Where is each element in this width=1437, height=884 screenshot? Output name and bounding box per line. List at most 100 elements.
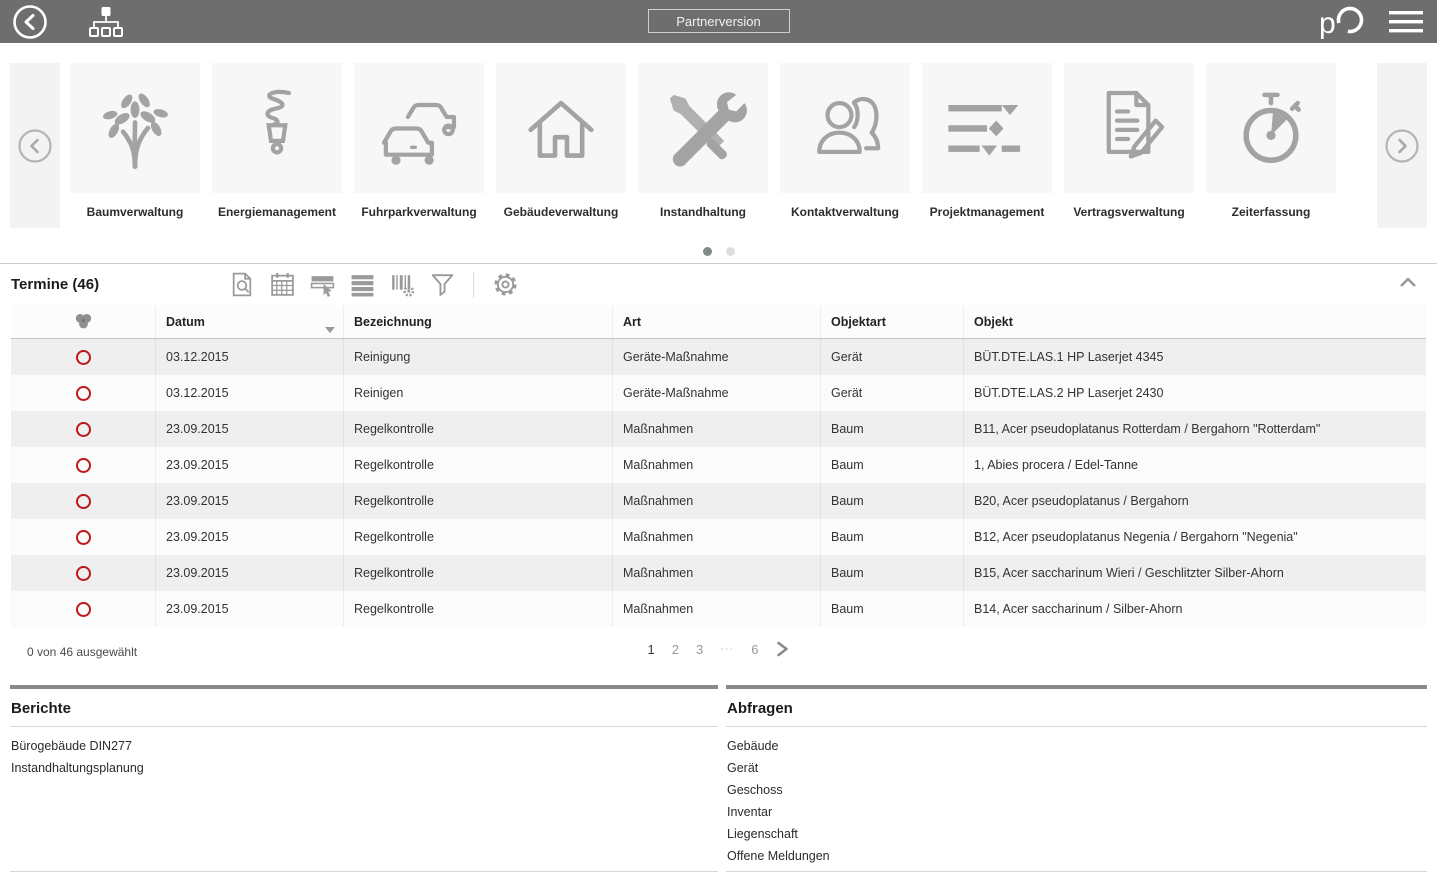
column-header-objektart[interactable]: Objektart [821, 305, 964, 338]
status-circle[interactable] [76, 422, 91, 437]
filter-icon[interactable] [429, 271, 456, 298]
row-select-icon[interactable] [309, 271, 336, 298]
berichte-item-buerogebaeude[interactable]: Bürogebäude DIN277 [10, 735, 718, 757]
termine-table: Datum Bezeichnung Art Objektart Objekt 0… [11, 305, 1426, 627]
table-row[interactable]: 23.09.2015 Regelkontrolle Maßnahmen Baum… [11, 411, 1426, 447]
page-3[interactable]: 3 [696, 642, 703, 657]
cell-art: Maßnahmen [613, 519, 821, 555]
cell-bezeichnung: Regelkontrolle [344, 555, 613, 591]
page-6[interactable]: 6 [751, 642, 758, 657]
table-row[interactable]: 23.09.2015 Regelkontrolle Maßnahmen Baum… [11, 447, 1426, 483]
cell-objektart: Baum [821, 447, 964, 483]
termine-panel: Termine (46) [0, 263, 1437, 685]
table-row[interactable]: 23.09.2015 Regelkontrolle Maßnahmen Baum… [11, 483, 1426, 519]
module-tile-energiemanagement[interactable]: Energiemanagement [212, 63, 342, 219]
abfragen-item-offene-meldungen[interactable]: Offene Meldungen [726, 845, 1427, 867]
hamburger-menu-icon[interactable] [1389, 9, 1423, 35]
chevron-left-circle-icon [12, 4, 48, 40]
table-row[interactable]: 03.12.2015 Reinigung Geräte-Maßnahme Ger… [11, 339, 1426, 375]
module-tile-projektmanagement[interactable]: Projektmanagement [922, 63, 1052, 219]
cell-datum: 23.09.2015 [156, 447, 344, 483]
status-circle[interactable] [76, 458, 91, 473]
cell-art: Maßnahmen [613, 591, 821, 627]
carousel-dot-2[interactable] [726, 247, 735, 256]
cell-objekt: BÜT.DTE.LAS.1 HP Laserjet 4345 [964, 339, 1426, 375]
cell-objektart: Baum [821, 483, 964, 519]
module-label: Gebäudeverwaltung [496, 205, 626, 219]
cell-objekt: B12, Acer pseudoplatanus Negenia / Berga… [964, 519, 1426, 555]
table-row[interactable]: 23.09.2015 Regelkontrolle Maßnahmen Baum… [11, 591, 1426, 627]
cell-datum: 23.09.2015 [156, 519, 344, 555]
module-label: Zeiterfassung [1206, 205, 1336, 219]
back-button[interactable] [12, 4, 48, 40]
berichte-item-instandhaltungsplanung[interactable]: Instandhaltungsplanung [10, 757, 718, 779]
module-tile-fuhrparkverwaltung[interactable]: Fuhrparkverwaltung [354, 63, 484, 219]
calendar-icon[interactable] [269, 271, 296, 298]
column-header-objekt[interactable]: Objekt [964, 305, 1426, 338]
cell-objektart: Baum [821, 411, 964, 447]
status-circle[interactable] [76, 350, 91, 365]
module-tiles: Baumverwaltung Energiemanagement [70, 63, 1336, 219]
carousel-next-button[interactable] [1377, 63, 1427, 228]
toolbar-divider [473, 272, 474, 298]
status-circle[interactable] [76, 386, 91, 401]
cell-art: Maßnahmen [613, 411, 821, 447]
page-ellipsis: ··· [720, 643, 734, 655]
people-icon [780, 63, 910, 193]
collapse-panel-chevron-icon[interactable] [1399, 276, 1417, 288]
partner-version-button[interactable]: Partnerversion [648, 9, 790, 33]
bottom-panels: Berichte Bürogebäude DIN277 Instandhaltu… [10, 685, 1427, 872]
house-icon [496, 63, 626, 193]
module-tile-baumverwaltung[interactable]: Baumverwaltung [70, 63, 200, 219]
abfragen-item-geraet[interactable]: Gerät [726, 757, 1427, 779]
abfragen-item-inventar[interactable]: Inventar [726, 801, 1427, 823]
module-tile-vertragsverwaltung[interactable]: Vertragsverwaltung [1064, 63, 1194, 219]
cell-bezeichnung: Regelkontrolle [344, 411, 613, 447]
table-row[interactable]: 23.09.2015 Regelkontrolle Maßnahmen Baum… [11, 555, 1426, 591]
table-body: 03.12.2015 Reinigung Geräte-Maßnahme Ger… [11, 339, 1426, 627]
status-circle[interactable] [76, 566, 91, 581]
termine-toolbar [229, 270, 520, 299]
cell-bezeichnung: Regelkontrolle [344, 483, 613, 519]
sliders-icon [922, 63, 1052, 193]
abfragen-item-gebaeude[interactable]: Gebäude [726, 735, 1427, 757]
cell-objekt: B11, Acer pseudoplatanus Rotterdam / Ber… [964, 411, 1426, 447]
carousel-prev-button[interactable] [10, 63, 60, 228]
cell-datum: 03.12.2015 [156, 339, 344, 375]
abfragen-item-geschoss[interactable]: Geschoss [726, 779, 1427, 801]
column-header-datum[interactable]: Datum [156, 305, 344, 338]
column-header-bezeichnung[interactable]: Bezeichnung [344, 305, 613, 338]
status-circle[interactable] [76, 602, 91, 617]
next-page-chevron-icon[interactable] [775, 641, 789, 657]
status-circle[interactable] [76, 494, 91, 509]
cell-objektart: Gerät [821, 375, 964, 411]
status-cluster-icon [74, 313, 93, 330]
cell-objekt: B20, Acer pseudoplatanus / Bergahorn [964, 483, 1426, 519]
status-circle[interactable] [76, 530, 91, 545]
list-view-icon[interactable] [349, 271, 376, 298]
table-row[interactable]: 23.09.2015 Regelkontrolle Maßnahmen Baum… [11, 519, 1426, 555]
status-column-header[interactable] [11, 305, 156, 338]
module-tile-kontaktverwaltung[interactable]: Kontaktverwaltung [780, 63, 910, 219]
cell-bezeichnung: Regelkontrolle [344, 519, 613, 555]
sort-descending-icon [325, 327, 335, 333]
cell-datum: 23.09.2015 [156, 591, 344, 627]
module-tile-gebaeudeverwaltung[interactable]: Gebäudeverwaltung [496, 63, 626, 219]
sitemap-icon[interactable] [88, 5, 124, 39]
report-preview-icon[interactable] [229, 271, 256, 298]
module-carousel: Baumverwaltung Energiemanagement [0, 43, 1437, 228]
cell-art: Geräte-Maßnahme [613, 339, 821, 375]
carousel-dot-1[interactable] [703, 247, 712, 256]
module-tile-zeiterfassung[interactable]: Zeiterfassung [1206, 63, 1336, 219]
cell-bezeichnung: Regelkontrolle [344, 591, 613, 627]
cell-objekt: 1, Abies procera / Edel-Tanne [964, 447, 1426, 483]
column-header-art[interactable]: Art [613, 305, 821, 338]
table-row[interactable]: 03.12.2015 Reinigen Geräte-Maßnahme Gerä… [11, 375, 1426, 411]
settings-gear-icon[interactable] [491, 270, 520, 299]
abfragen-item-liegenschaft[interactable]: Liegenschaft [726, 823, 1427, 845]
barcode-settings-icon[interactable] [389, 271, 416, 298]
page-1[interactable]: 1 [648, 642, 655, 657]
module-tile-instandhaltung[interactable]: Instandhaltung [638, 63, 768, 219]
page-2[interactable]: 2 [672, 642, 679, 657]
cell-objektart: Gerät [821, 339, 964, 375]
